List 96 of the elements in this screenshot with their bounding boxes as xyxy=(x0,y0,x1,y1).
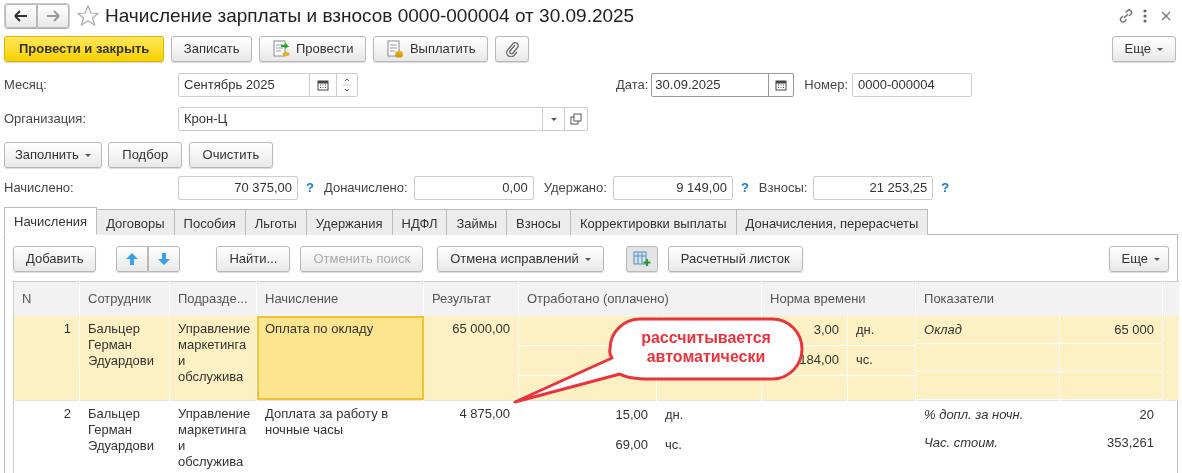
back-arrow-icon xyxy=(14,10,28,22)
caret-icon xyxy=(1154,257,1160,261)
move-down-button[interactable] xyxy=(148,246,181,272)
more-button[interactable]: Еще xyxy=(1108,246,1169,272)
department-cell-text: Управление маркетинга и обслужива xyxy=(177,319,252,386)
accrual-cell-text: Оплата по окладу xyxy=(264,319,375,338)
toolbar-button[interactable]: Провести xyxy=(258,36,367,62)
indicator-name: Оклад xyxy=(924,321,963,337)
window-title: Начисление зарплаты и взносов 0000-000004 от 30.09.2025 xyxy=(105,3,635,28)
total-field: 9 149,00 xyxy=(612,176,733,200)
column-header[interactable]: Отработано (оплачено) xyxy=(518,281,762,316)
callout-text: рассчитывается автоматически xyxy=(640,328,772,366)
close-icon[interactable] xyxy=(1160,10,1172,22)
toolbar-button[interactable]: Добавить xyxy=(13,246,97,272)
total-field: 21 253,25 xyxy=(813,176,934,200)
fill-button[interactable]: Заполнить xyxy=(4,142,102,168)
tab[interactable]: Взносы xyxy=(506,209,571,235)
field-label: Номер: xyxy=(804,76,848,95)
tab[interactable]: Льготы xyxy=(244,209,307,235)
norm-value: 3,00 xyxy=(813,321,839,337)
tab[interactable]: Пособия xyxy=(173,209,246,235)
toolbar-button[interactable]: Расчетный листок xyxy=(667,246,803,272)
employee-cell-text: Бальцер Герман Эдуардови xyxy=(87,319,155,370)
column-header[interactable]: Сотрудник xyxy=(79,281,170,316)
row-number: 1 xyxy=(62,319,72,338)
toolbar-button[interactable]: Провести и закрыть xyxy=(4,36,165,62)
indicator-value: 65 000 xyxy=(1114,321,1155,337)
caret-icon xyxy=(1157,47,1163,51)
add-column-button[interactable] xyxy=(625,246,658,272)
toolbar-button[interactable]: Выплатить xyxy=(372,36,489,62)
help-link[interactable]: ? xyxy=(941,178,950,198)
total-label: Начислено: xyxy=(4,179,75,198)
star-icon[interactable] xyxy=(76,5,99,27)
total-field: 0,00 xyxy=(413,176,534,200)
department-cell-text: Управление маркетинга и обслужива xyxy=(177,404,252,471)
column-header[interactable]: N xyxy=(13,281,80,316)
arrow-up-icon xyxy=(125,252,140,266)
column-header[interactable]: Показатели xyxy=(915,281,1163,316)
move-up-button[interactable] xyxy=(116,246,149,272)
field-label: Организация: xyxy=(4,110,88,129)
attach-button[interactable] xyxy=(494,36,529,62)
tab[interactable]: Начисления xyxy=(4,207,98,235)
help-link[interactable]: ? xyxy=(306,178,314,198)
indicator-name: Час. стоим. xyxy=(924,434,998,450)
more-vertical-icon[interactable] xyxy=(1141,8,1148,24)
link-icon[interactable] xyxy=(1117,7,1135,25)
back-button[interactable] xyxy=(5,4,37,28)
field-label: Месяц: xyxy=(4,76,48,95)
total-field: 70 375,00 xyxy=(178,176,298,200)
tab[interactable]: Удержания xyxy=(305,209,393,235)
paperclip-icon xyxy=(504,41,519,57)
toolbar-button[interactable]: Найти... xyxy=(216,246,291,272)
number-field[interactable]: 0000-000004 xyxy=(852,73,972,97)
fill-button[interactable]: Подбор xyxy=(108,142,183,168)
result-cell-text: 65 000,00 xyxy=(451,319,511,338)
more-button[interactable]: Еще xyxy=(1111,36,1176,62)
table-plus-icon xyxy=(632,251,651,267)
norm-unit: дн. xyxy=(856,321,875,337)
norm-value: 184,00 xyxy=(799,351,839,367)
tab[interactable]: Доначисления, перерасчеты xyxy=(735,209,929,235)
month-field[interactable]: Сентябрь 2025 xyxy=(178,73,358,97)
norm-unit: чс. xyxy=(856,351,873,367)
result-cell-text: 4 875,00 xyxy=(458,404,511,423)
column-header[interactable]: Норма времени xyxy=(761,281,916,316)
toolbar-button[interactable]: Отмена исправлений xyxy=(437,246,604,272)
indicator-name: % допл. за ночн. xyxy=(924,406,1024,422)
caret-icon xyxy=(550,117,557,121)
toolbar-button[interactable]: Записать xyxy=(170,36,253,62)
employee-cell-text: Бальцер Герман Эдуардови xyxy=(87,404,155,455)
row-number: 2 xyxy=(62,404,72,423)
worked-unit: дн. xyxy=(665,406,684,422)
help-link[interactable]: ? xyxy=(740,178,749,198)
tab[interactable]: Корректировки выплаты xyxy=(569,209,737,235)
tab[interactable]: НДФЛ xyxy=(391,209,448,235)
tab[interactable]: Займы xyxy=(446,209,508,235)
tab[interactable]: Договоры xyxy=(96,209,175,235)
worked-value: 15,00 xyxy=(615,406,648,422)
column-header[interactable]: Начисление xyxy=(256,281,424,316)
indicator-value: 20 xyxy=(1139,406,1155,422)
accrual-cell-text: Доплата за работу в ночные часы xyxy=(264,404,390,439)
arrow-down-icon xyxy=(157,252,172,266)
worked-unit: чс. xyxy=(665,436,682,452)
forward-arrow-icon xyxy=(46,10,60,22)
indicator-value: 353,261 xyxy=(1107,434,1155,450)
total-label: Доначислено: xyxy=(323,179,408,198)
document-coins-icon xyxy=(385,40,404,58)
column-header[interactable]: Результат xyxy=(423,281,519,316)
worked-value: 69,00 xyxy=(615,436,648,452)
total-label: Взносы: xyxy=(758,179,808,198)
field-label: Дата: xyxy=(615,76,649,95)
fill-button[interactable]: Очистить xyxy=(188,142,274,168)
organization-field[interactable]: Крон-Ц xyxy=(178,107,588,131)
document-arrow-icon xyxy=(271,40,290,58)
column-header[interactable]: Подразде... xyxy=(169,281,257,316)
date-field[interactable]: 30.09.2025 xyxy=(651,73,795,97)
total-label: Удержано: xyxy=(543,179,607,198)
